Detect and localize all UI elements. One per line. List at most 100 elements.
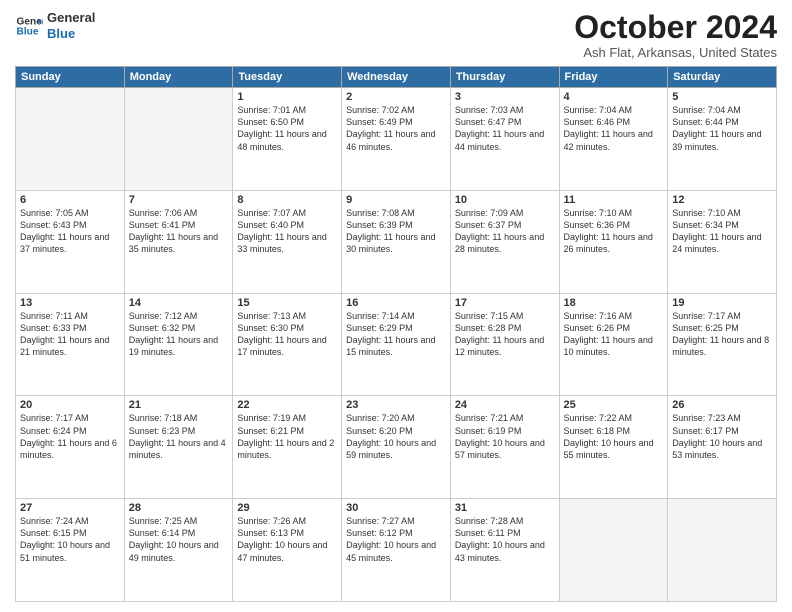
day-number: 13 (20, 297, 120, 309)
day-number: 14 (129, 297, 229, 309)
col-sunday: Sunday (16, 67, 125, 88)
day-number: 2 (346, 91, 446, 103)
title-block: October 2024 Ash Flat, Arkansas, United … (574, 10, 777, 60)
cell-info: Sunrise: 7:01 AM Sunset: 6:50 PM Dayligh… (237, 104, 337, 153)
table-row: 18Sunrise: 7:16 AM Sunset: 6:26 PM Dayli… (559, 293, 668, 396)
day-number: 18 (564, 297, 664, 309)
logo: General Blue General Blue (15, 10, 95, 41)
day-number: 26 (672, 399, 772, 411)
table-row: 11Sunrise: 7:10 AM Sunset: 6:36 PM Dayli… (559, 190, 668, 293)
calendar: Sunday Monday Tuesday Wednesday Thursday… (15, 66, 777, 602)
day-number: 19 (672, 297, 772, 309)
month-title: October 2024 (574, 10, 777, 45)
cell-info: Sunrise: 7:16 AM Sunset: 6:26 PM Dayligh… (564, 310, 664, 359)
col-monday: Monday (124, 67, 233, 88)
day-number: 11 (564, 194, 664, 206)
calendar-week-row: 1Sunrise: 7:01 AM Sunset: 6:50 PM Daylig… (16, 88, 777, 191)
cell-info: Sunrise: 7:10 AM Sunset: 6:34 PM Dayligh… (672, 207, 772, 256)
day-number: 8 (237, 194, 337, 206)
table-row: 22Sunrise: 7:19 AM Sunset: 6:21 PM Dayli… (233, 396, 342, 499)
calendar-week-row: 13Sunrise: 7:11 AM Sunset: 6:33 PM Dayli… (16, 293, 777, 396)
calendar-week-row: 6Sunrise: 7:05 AM Sunset: 6:43 PM Daylig… (16, 190, 777, 293)
table-row: 8Sunrise: 7:07 AM Sunset: 6:40 PM Daylig… (233, 190, 342, 293)
day-number: 12 (672, 194, 772, 206)
day-number: 28 (129, 502, 229, 514)
col-friday: Friday (559, 67, 668, 88)
table-row: 5Sunrise: 7:04 AM Sunset: 6:44 PM Daylig… (668, 88, 777, 191)
cell-info: Sunrise: 7:19 AM Sunset: 6:21 PM Dayligh… (237, 412, 337, 461)
table-row (124, 88, 233, 191)
col-wednesday: Wednesday (342, 67, 451, 88)
day-number: 29 (237, 502, 337, 514)
col-tuesday: Tuesday (233, 67, 342, 88)
table-row: 15Sunrise: 7:13 AM Sunset: 6:30 PM Dayli… (233, 293, 342, 396)
day-number: 3 (455, 91, 555, 103)
day-number: 31 (455, 502, 555, 514)
day-number: 25 (564, 399, 664, 411)
day-number: 23 (346, 399, 446, 411)
day-number: 24 (455, 399, 555, 411)
day-number: 17 (455, 297, 555, 309)
day-number: 7 (129, 194, 229, 206)
table-row: 20Sunrise: 7:17 AM Sunset: 6:24 PM Dayli… (16, 396, 125, 499)
day-number: 5 (672, 91, 772, 103)
day-number: 30 (346, 502, 446, 514)
day-number: 10 (455, 194, 555, 206)
cell-info: Sunrise: 7:17 AM Sunset: 6:25 PM Dayligh… (672, 310, 772, 359)
table-row: 6Sunrise: 7:05 AM Sunset: 6:43 PM Daylig… (16, 190, 125, 293)
page: General Blue General Blue October 2024 A… (0, 0, 792, 612)
table-row: 1Sunrise: 7:01 AM Sunset: 6:50 PM Daylig… (233, 88, 342, 191)
logo-text: General Blue (47, 10, 95, 41)
table-row: 28Sunrise: 7:25 AM Sunset: 6:14 PM Dayli… (124, 499, 233, 602)
table-row: 14Sunrise: 7:12 AM Sunset: 6:32 PM Dayli… (124, 293, 233, 396)
cell-info: Sunrise: 7:25 AM Sunset: 6:14 PM Dayligh… (129, 515, 229, 564)
table-row: 16Sunrise: 7:14 AM Sunset: 6:29 PM Dayli… (342, 293, 451, 396)
cell-info: Sunrise: 7:06 AM Sunset: 6:41 PM Dayligh… (129, 207, 229, 256)
cell-info: Sunrise: 7:23 AM Sunset: 6:17 PM Dayligh… (672, 412, 772, 461)
cell-info: Sunrise: 7:22 AM Sunset: 6:18 PM Dayligh… (564, 412, 664, 461)
cell-info: Sunrise: 7:04 AM Sunset: 6:46 PM Dayligh… (564, 104, 664, 153)
table-row: 25Sunrise: 7:22 AM Sunset: 6:18 PM Dayli… (559, 396, 668, 499)
table-row: 3Sunrise: 7:03 AM Sunset: 6:47 PM Daylig… (450, 88, 559, 191)
day-number: 4 (564, 91, 664, 103)
cell-info: Sunrise: 7:27 AM Sunset: 6:12 PM Dayligh… (346, 515, 446, 564)
location: Ash Flat, Arkansas, United States (574, 45, 777, 60)
cell-info: Sunrise: 7:04 AM Sunset: 6:44 PM Dayligh… (672, 104, 772, 153)
table-row: 21Sunrise: 7:18 AM Sunset: 6:23 PM Dayli… (124, 396, 233, 499)
cell-info: Sunrise: 7:15 AM Sunset: 6:28 PM Dayligh… (455, 310, 555, 359)
cell-info: Sunrise: 7:09 AM Sunset: 6:37 PM Dayligh… (455, 207, 555, 256)
table-row: 19Sunrise: 7:17 AM Sunset: 6:25 PM Dayli… (668, 293, 777, 396)
table-row: 29Sunrise: 7:26 AM Sunset: 6:13 PM Dayli… (233, 499, 342, 602)
table-row: 24Sunrise: 7:21 AM Sunset: 6:19 PM Dayli… (450, 396, 559, 499)
cell-info: Sunrise: 7:14 AM Sunset: 6:29 PM Dayligh… (346, 310, 446, 359)
table-row (16, 88, 125, 191)
table-row: 7Sunrise: 7:06 AM Sunset: 6:41 PM Daylig… (124, 190, 233, 293)
cell-info: Sunrise: 7:05 AM Sunset: 6:43 PM Dayligh… (20, 207, 120, 256)
table-row: 26Sunrise: 7:23 AM Sunset: 6:17 PM Dayli… (668, 396, 777, 499)
calendar-week-row: 27Sunrise: 7:24 AM Sunset: 6:15 PM Dayli… (16, 499, 777, 602)
table-row: 30Sunrise: 7:27 AM Sunset: 6:12 PM Dayli… (342, 499, 451, 602)
cell-info: Sunrise: 7:12 AM Sunset: 6:32 PM Dayligh… (129, 310, 229, 359)
cell-info: Sunrise: 7:28 AM Sunset: 6:11 PM Dayligh… (455, 515, 555, 564)
table-row: 27Sunrise: 7:24 AM Sunset: 6:15 PM Dayli… (16, 499, 125, 602)
cell-info: Sunrise: 7:10 AM Sunset: 6:36 PM Dayligh… (564, 207, 664, 256)
logo-line1: General (47, 10, 95, 26)
logo-line2: Blue (47, 26, 95, 42)
table-row (668, 499, 777, 602)
logo-icon: General Blue (15, 12, 43, 40)
cell-info: Sunrise: 7:07 AM Sunset: 6:40 PM Dayligh… (237, 207, 337, 256)
table-row: 31Sunrise: 7:28 AM Sunset: 6:11 PM Dayli… (450, 499, 559, 602)
calendar-header-row: Sunday Monday Tuesday Wednesday Thursday… (16, 67, 777, 88)
col-saturday: Saturday (668, 67, 777, 88)
day-number: 20 (20, 399, 120, 411)
svg-text:Blue: Blue (17, 26, 39, 37)
cell-info: Sunrise: 7:13 AM Sunset: 6:30 PM Dayligh… (237, 310, 337, 359)
cell-info: Sunrise: 7:17 AM Sunset: 6:24 PM Dayligh… (20, 412, 120, 461)
day-number: 21 (129, 399, 229, 411)
day-number: 6 (20, 194, 120, 206)
day-number: 9 (346, 194, 446, 206)
header: General Blue General Blue October 2024 A… (15, 10, 777, 60)
cell-info: Sunrise: 7:21 AM Sunset: 6:19 PM Dayligh… (455, 412, 555, 461)
cell-info: Sunrise: 7:20 AM Sunset: 6:20 PM Dayligh… (346, 412, 446, 461)
table-row: 9Sunrise: 7:08 AM Sunset: 6:39 PM Daylig… (342, 190, 451, 293)
